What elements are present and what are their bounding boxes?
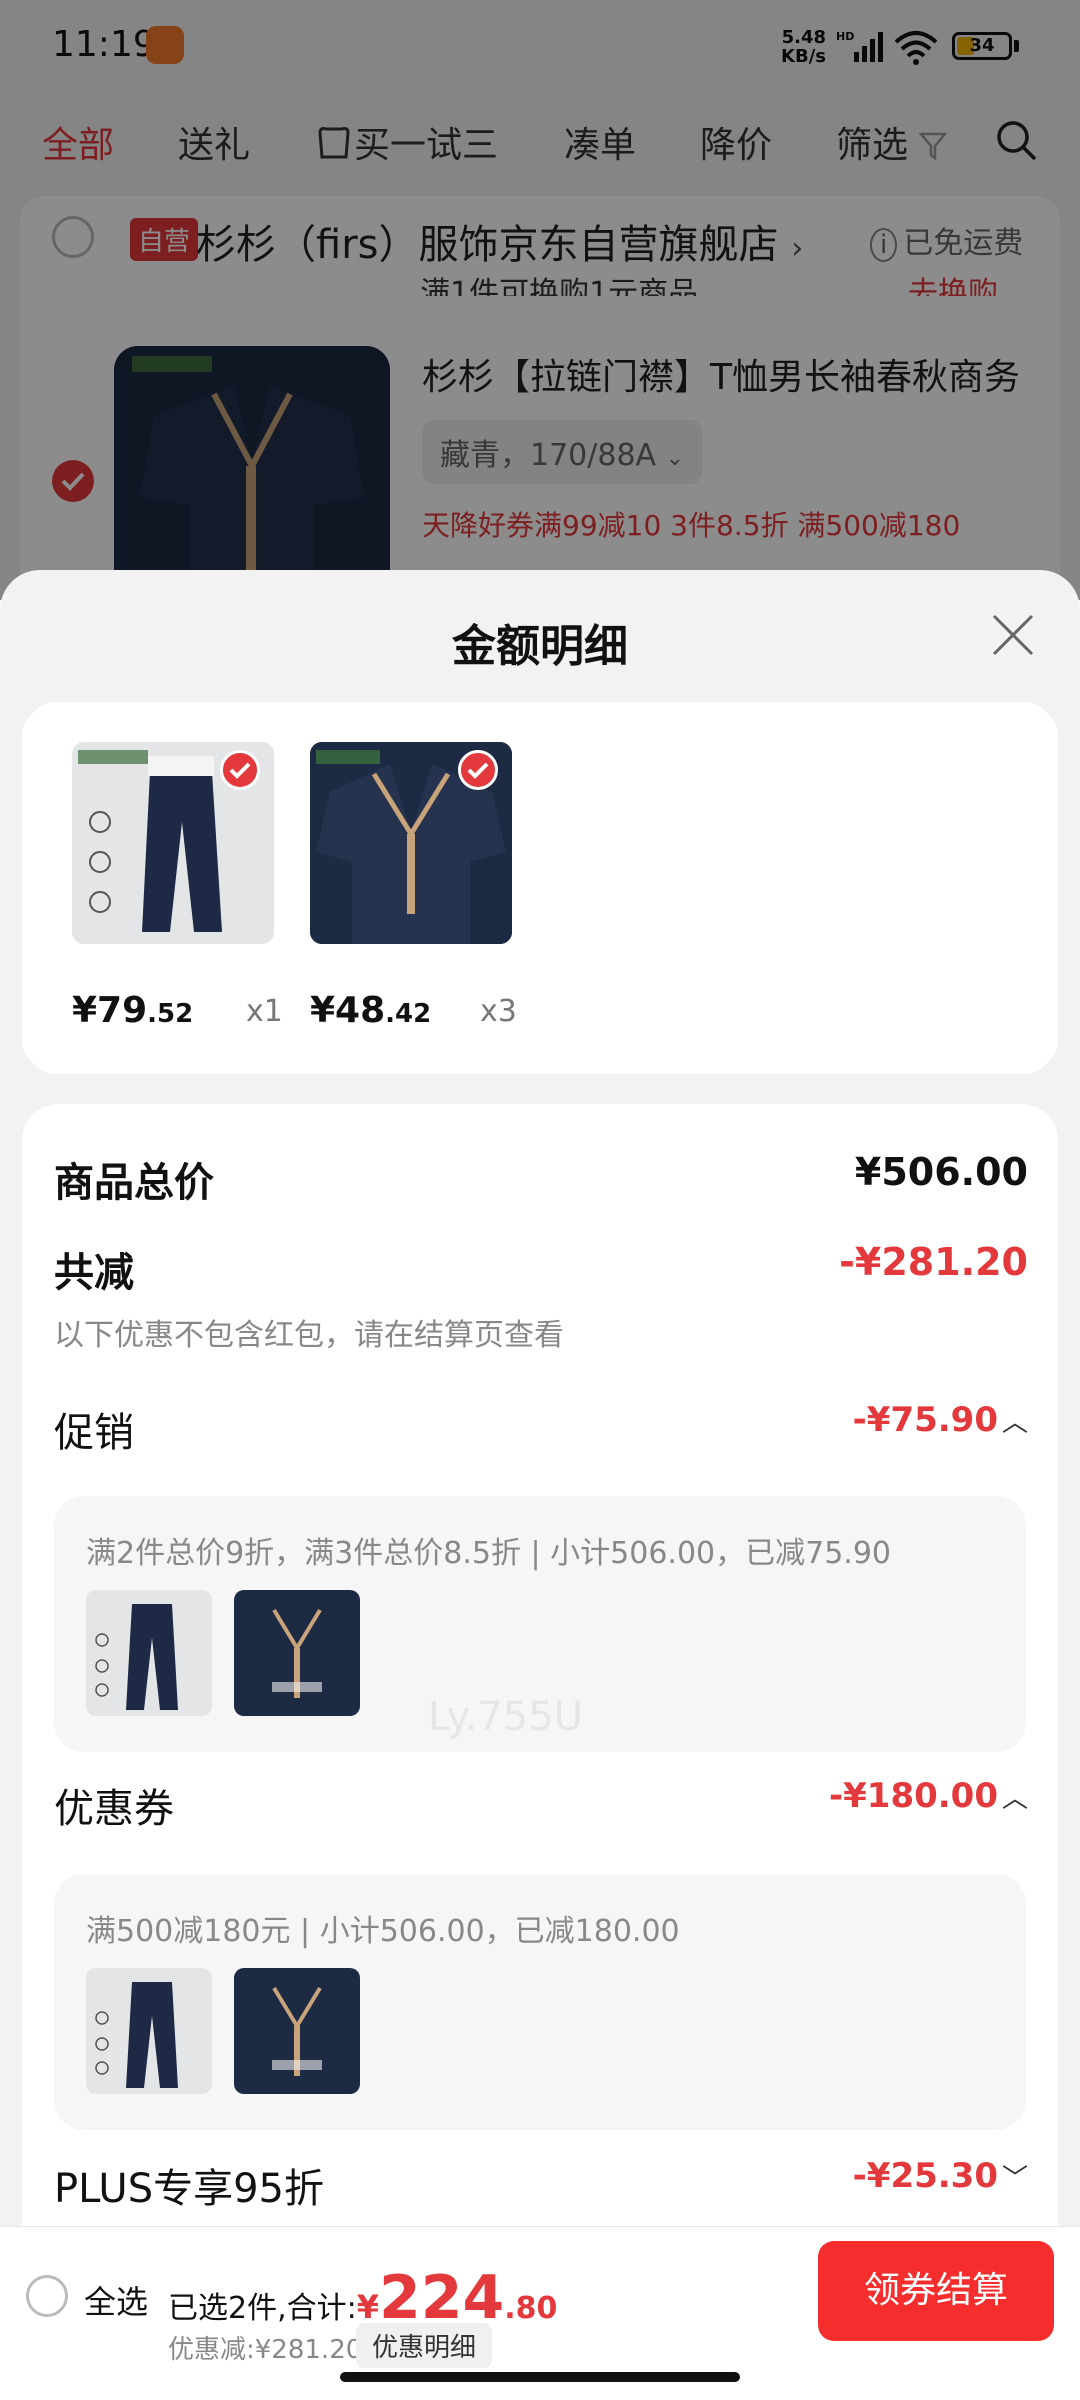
item-qty-pants: x1 (246, 994, 283, 1029)
coupon-toggle[interactable]: -¥180.00 ︿ (829, 1776, 1028, 1816)
total-amount-dec: .80 (504, 2291, 558, 2326)
saving-text: 优惠减:¥281.20 (168, 2335, 363, 2365)
pants-image (86, 1590, 212, 1716)
coupon-thumb-polo (234, 1968, 360, 2094)
plus-label: PLUS专享95折 (54, 2166, 324, 2212)
chevron-down-icon: ﹀ (1002, 2164, 1029, 2194)
checkout-button[interactable]: 领券结算 (818, 2241, 1054, 2341)
promo-detail-text: 满2件总价9折，满3件总价8.5折 | 小计506.00，已减75.90 (86, 1536, 892, 1571)
total-label: 商品总价 (54, 1160, 214, 1206)
polo-shirt-image (234, 1968, 360, 2094)
promo-value: -¥75.90 (852, 1400, 998, 1440)
selected-summary-text: 已选2件,合计: (168, 2291, 357, 2326)
selected-items-card: ¥79.52 x1 ¥48.42 x3 (22, 702, 1058, 1074)
item-thumbnail-polo[interactable] (310, 742, 512, 944)
item-price-pants: ¥79.52 (72, 990, 193, 1031)
check-icon (229, 762, 251, 779)
select-all-radio[interactable] (26, 2275, 68, 2317)
select-all-label[interactable]: 全选 (84, 2277, 148, 2323)
reduce-value: -¥281.20 (839, 1240, 1028, 1284)
item-check-icon[interactable] (458, 750, 498, 790)
reduce-note: 以下优惠不包含红包，请在结算页查看 (54, 1318, 564, 1353)
item-price-polo: ¥48.42 (310, 990, 431, 1031)
item-price-int: ¥79 (72, 990, 148, 1031)
total-value: ¥506.00 (854, 1150, 1028, 1194)
reduce-label: 共减 (54, 1250, 134, 1296)
plus-toggle[interactable]: -¥25.30 ﹀ (853, 2156, 1028, 2196)
item-qty-polo: x3 (480, 994, 517, 1029)
item-thumbnail-pants[interactable] (72, 742, 274, 944)
pants-image (86, 1968, 212, 2094)
item-price-dec: .42 (385, 999, 432, 1029)
close-icon[interactable] (986, 608, 1040, 662)
coupon-value: -¥180.00 (829, 1776, 998, 1816)
item-price-int: ¥48 (310, 990, 386, 1031)
check-icon (467, 762, 489, 779)
sheet-title: 金额明细 (452, 621, 628, 672)
promo-thumb-pants (86, 1590, 212, 1716)
promo-toggle[interactable]: -¥75.90 ︿ (853, 1400, 1028, 1440)
plus-value: -¥25.30 (852, 2156, 998, 2196)
total-currency: ¥ (356, 2288, 379, 2326)
chevron-up-icon: ︿ (1002, 1408, 1029, 1438)
promo-label: 促销 (54, 1410, 134, 1456)
chevron-up-icon: ︿ (1002, 1784, 1029, 1814)
coupon-detail-box: 满500减180元 | 小计506.00，已减180.00 (54, 1874, 1026, 2130)
total-amount: ¥224.80 (356, 2263, 558, 2333)
discount-detail-button[interactable]: 优惠明细 (356, 2323, 493, 2368)
modal-overlay[interactable] (0, 0, 1080, 600)
home-indicator[interactable] (340, 2372, 740, 2382)
item-check-icon[interactable] (220, 750, 260, 790)
price-detail-sheet: 金额明细 ¥79.52 x1 ¥48.42 x3 商品总价 ¥506.00 共减… (0, 570, 1080, 2400)
coupon-thumb-pants (86, 1968, 212, 2094)
coupon-label: 优惠券 (54, 1786, 174, 1832)
cart-page-background: 11:19 5.48 KB/s HD 34 全部 送礼 买一试三 凑单 降价 筛… (0, 0, 1080, 616)
price-breakdown-card: 商品总价 ¥506.00 共减 -¥281.20 以下优惠不包含红包，请在结算页… (22, 1104, 1058, 2400)
watermark: Ly.755U (428, 1694, 583, 1740)
item-price-dec: .52 (147, 999, 194, 1029)
polo-shirt-image (234, 1590, 360, 1716)
coupon-detail-text: 满500减180元 | 小计506.00，已减180.00 (86, 1914, 680, 1949)
promo-thumb-polo (234, 1590, 360, 1716)
